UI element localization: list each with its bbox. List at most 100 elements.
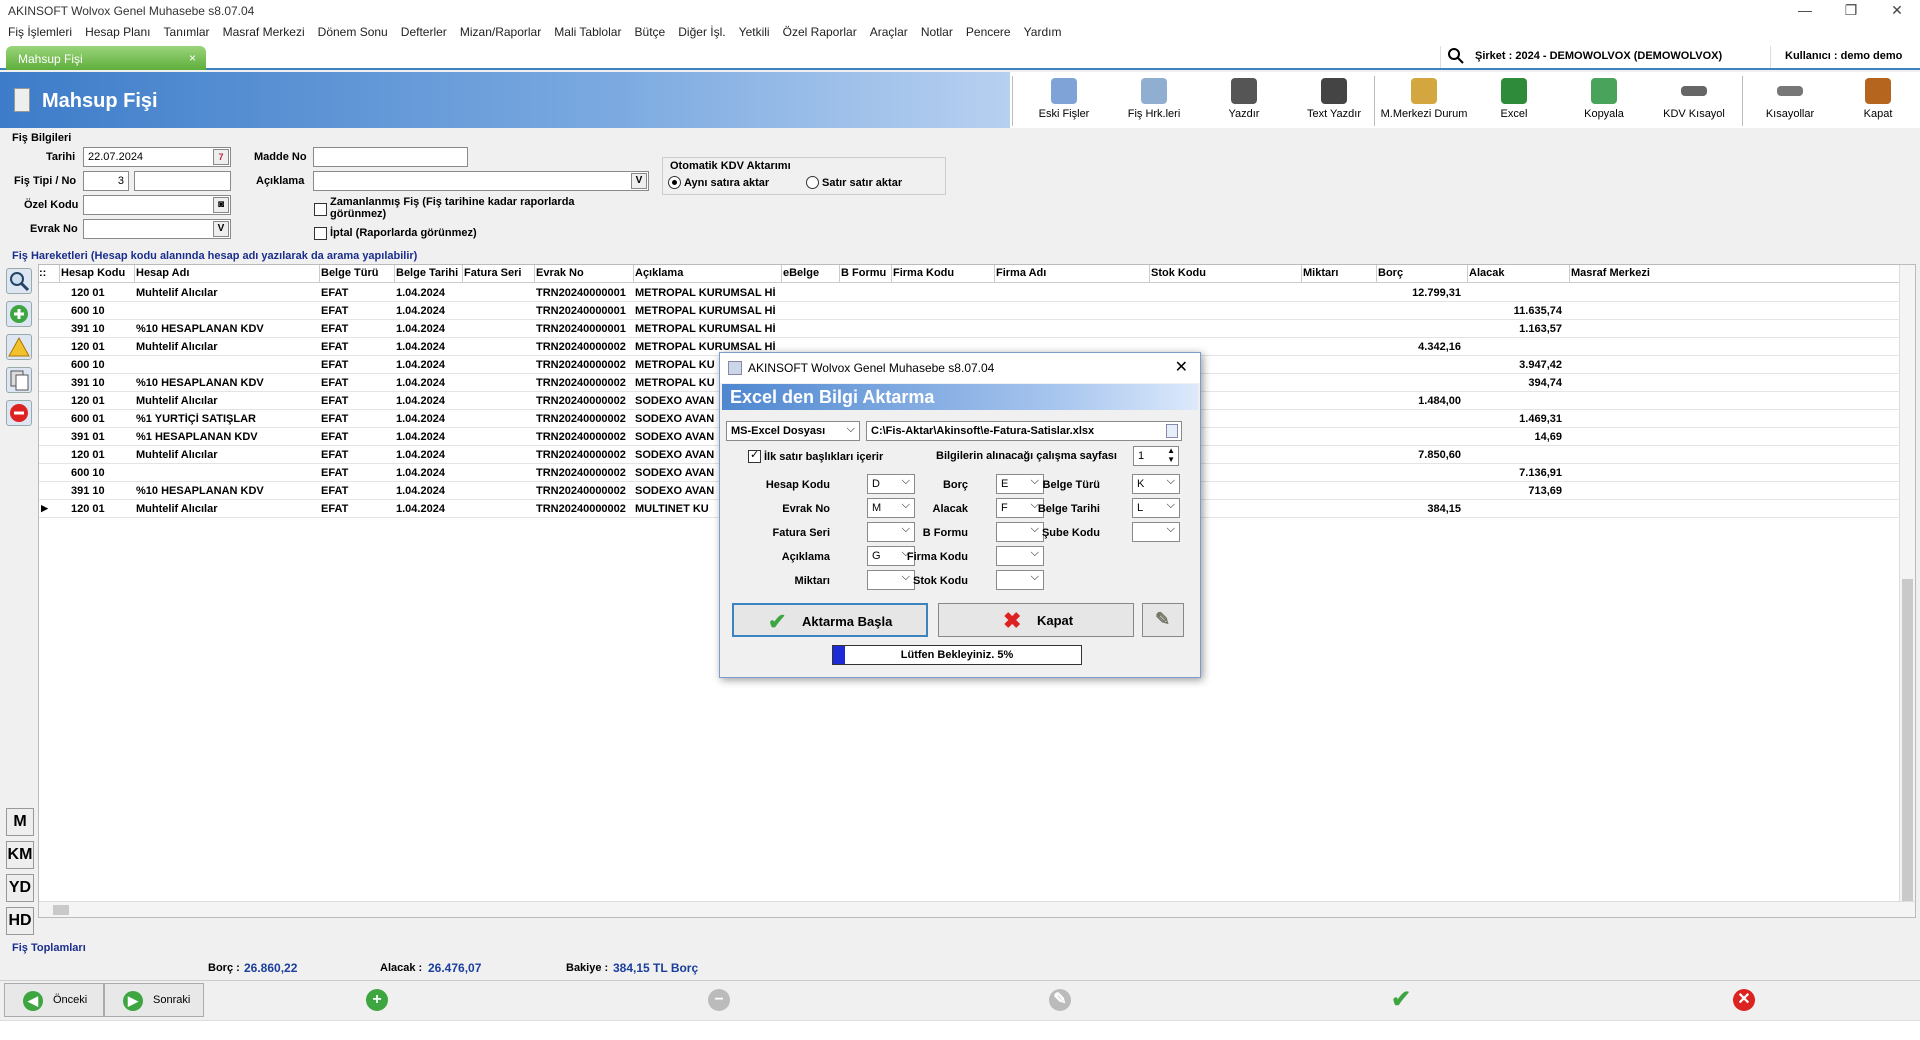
column-divider[interactable]: [1569, 265, 1570, 283]
aktarma-basla-button[interactable]: ✔ Aktarma Başla: [732, 603, 928, 637]
menu-item-araclar[interactable]: Araçlar: [870, 22, 908, 42]
ozel-kodu-field[interactable]: ◙: [83, 195, 231, 215]
cell-hesap-kodu[interactable]: 600 10: [71, 305, 130, 317]
cell-belge-turu[interactable]: EFAT: [321, 377, 388, 389]
column-header-stok-kodu[interactable]: Stok Kodu: [1151, 267, 1297, 279]
column-divider[interactable]: [394, 265, 395, 283]
cell-hesap-adi[interactable]: Muhtelif Alıcılar: [136, 449, 313, 461]
restore-button[interactable]: ❐: [1836, 2, 1866, 19]
column-header-masraf-merkezi[interactable]: Masraf Merkezi: [1571, 267, 1767, 279]
column-header-borc[interactable]: Borç: [1378, 267, 1463, 279]
cell-evrak-no[interactable]: TRN20240000002: [536, 431, 627, 443]
cell-belge-tarihi[interactable]: 1.04.2024: [396, 377, 456, 389]
kisayollar-button[interactable]: Kısayollar: [1746, 76, 1834, 126]
kdv-radio-satir-satir[interactable]: [806, 176, 819, 189]
kapat-toolbar-button[interactable]: Kapat: [1834, 76, 1920, 126]
file-path-input[interactable]: C:\Fis-Aktar\Akinsoft\e-Fatura-Satislar.…: [866, 421, 1182, 441]
spinner-arrows-icon[interactable]: ▲ ▼: [1167, 446, 1175, 464]
cell-belge-tarihi[interactable]: 1.04.2024: [396, 467, 456, 479]
yazdir-button[interactable]: Yazdır: [1200, 76, 1288, 126]
cell-evrak-no[interactable]: TRN20240000002: [536, 449, 627, 461]
cell-borc[interactable]: 7.850,60: [1378, 449, 1461, 461]
cell-evrak-no[interactable]: TRN20240000002: [536, 395, 627, 407]
cell-belge-turu[interactable]: EFAT: [321, 287, 388, 299]
cell-belge-turu[interactable]: EFAT: [321, 395, 388, 407]
cell-alacak[interactable]: 11.635,74: [1469, 305, 1562, 317]
cell-alacak[interactable]: 394,74: [1469, 377, 1562, 389]
column-header-alacak[interactable]: Alacak: [1469, 267, 1564, 279]
cell-belge-turu[interactable]: EFAT: [321, 359, 388, 371]
cell-hesap-adi[interactable]: %1 HESAPLANAN KDV: [136, 431, 313, 443]
m-merkezi-durum-button[interactable]: M.Merkezi Durum: [1380, 76, 1468, 126]
column-header-firma-kodu[interactable]: Firma Kodu: [893, 267, 990, 279]
cell-belge-turu[interactable]: EFAT: [321, 449, 388, 461]
cell-evrak-no[interactable]: TRN20240000001: [536, 305, 627, 317]
fis-hrkleri-button[interactable]: Fiş Hrk.leri: [1110, 76, 1198, 126]
menu-item-fis-islemleri[interactable]: Fiş İşlemleri: [8, 22, 72, 42]
save-check-icon[interactable]: ✔: [1390, 988, 1412, 1012]
notes-button[interactable]: ✎: [1142, 603, 1184, 637]
copy-row-icon[interactable]: [6, 367, 32, 393]
cell-hesap-kodu[interactable]: 391 10: [71, 323, 130, 335]
cell-hesap-kodu[interactable]: 391 10: [71, 485, 130, 497]
column-divider[interactable]: [1301, 265, 1302, 283]
cell-belge-turu[interactable]: EFAT: [321, 323, 388, 335]
cell-evrak-no[interactable]: TRN20240000002: [536, 503, 627, 515]
cell-belge-tarihi[interactable]: 1.04.2024: [396, 503, 456, 515]
cell-hesap-kodu[interactable]: 600 01: [71, 413, 130, 425]
cell-hesap-adi[interactable]: %10 HESAPLANAN KDV: [136, 377, 313, 389]
warning-icon[interactable]: [6, 334, 32, 360]
zamanlanmis-checkbox[interactable]: [314, 203, 327, 216]
side-button-km[interactable]: KM: [6, 841, 34, 869]
side-button-hd[interactable]: HD: [6, 907, 34, 935]
sheet-spinner[interactable]: 1 ▲ ▼: [1133, 446, 1179, 466]
excel-button[interactable]: Excel: [1470, 76, 1558, 126]
belge-tarihi-select[interactable]: L: [1132, 498, 1180, 518]
dropdown-icon[interactable]: V: [213, 221, 229, 237]
cell-hesap-adi[interactable]: Muhtelif Alıcılar: [136, 395, 313, 407]
horizontal-scroll-thumb[interactable]: [53, 905, 69, 915]
add-record-icon[interactable]: +: [366, 989, 388, 1011]
column-divider[interactable]: [994, 265, 995, 283]
cell-hesap-adi[interactable]: %10 HESAPLANAN KDV: [136, 485, 313, 497]
menu-item-mali-tablolar[interactable]: Mali Tablolar: [554, 22, 621, 42]
cell-belge-turu[interactable]: EFAT: [321, 485, 388, 497]
edit-record-icon[interactable]: ✎: [1049, 989, 1071, 1011]
cell-hesap-kodu[interactable]: 120 01: [71, 395, 130, 407]
column-header-belge-turu[interactable]: Belge Türü: [321, 267, 390, 279]
evrak-no-field[interactable]: V: [83, 219, 231, 239]
column-header-miktari[interactable]: Miktarı: [1303, 267, 1372, 279]
cell-belge-turu[interactable]: EFAT: [321, 413, 388, 425]
menu-item-hesap-plani[interactable]: Hesap Planı: [85, 22, 150, 42]
grid-corner[interactable]: ::: [39, 267, 46, 279]
cell-evrak-no[interactable]: TRN20240000002: [536, 467, 627, 479]
cell-hesap-kodu[interactable]: 391 10: [71, 377, 130, 389]
menu-item-yardim[interactable]: Yardım: [1024, 22, 1062, 42]
cell-alacak[interactable]: 14,69: [1469, 431, 1562, 443]
camera-icon[interactable]: ◙: [213, 197, 229, 213]
previous-button[interactable]: ◀ Önceki: [4, 983, 104, 1017]
cell-belge-tarihi[interactable]: 1.04.2024: [396, 287, 456, 299]
menu-item-pencere[interactable]: Pencere: [966, 22, 1011, 42]
aciklama-field[interactable]: V: [313, 171, 649, 191]
cell-alacak[interactable]: 7.136,91: [1469, 467, 1562, 479]
cell-aciklama[interactable]: METROPAL KURUMSAL HİZMETLER A.Ş.: [635, 323, 775, 335]
column-divider[interactable]: [891, 265, 892, 283]
cell-hesap-adi[interactable]: %10 HESAPLANAN KDV: [136, 323, 313, 335]
column-header-firma-adi[interactable]: Firma Adı: [996, 267, 1145, 279]
delete-row-icon[interactable]: [6, 400, 32, 426]
menu-item-mizan-raporlar[interactable]: Mizan/Raporlar: [460, 22, 541, 42]
column-header-fatura-seri[interactable]: Fatura Seri: [464, 267, 530, 279]
cell-belge-turu[interactable]: EFAT: [321, 341, 388, 353]
column-header-hesap-kodu[interactable]: Hesap Kodu: [61, 267, 130, 279]
sube-kodu-select[interactable]: [1132, 522, 1180, 542]
cell-hesap-adi[interactable]: %1 YURTİÇİ SATIŞLAR: [136, 413, 313, 425]
horizontal-scrollbar[interactable]: [39, 901, 1915, 917]
column-header-hesap-adi[interactable]: Hesap Adı: [136, 267, 315, 279]
vertical-scroll-thumb[interactable]: [1902, 579, 1913, 901]
cell-belge-tarihi[interactable]: 1.04.2024: [396, 359, 456, 371]
cell-hesap-kodu[interactable]: 120 01: [71, 449, 130, 461]
tab-close-icon[interactable]: ×: [189, 51, 196, 65]
tarih-field[interactable]: 22.07.2024 7: [83, 147, 231, 167]
menu-item-ozel-raporlar[interactable]: Özel Raporlar: [783, 22, 857, 42]
